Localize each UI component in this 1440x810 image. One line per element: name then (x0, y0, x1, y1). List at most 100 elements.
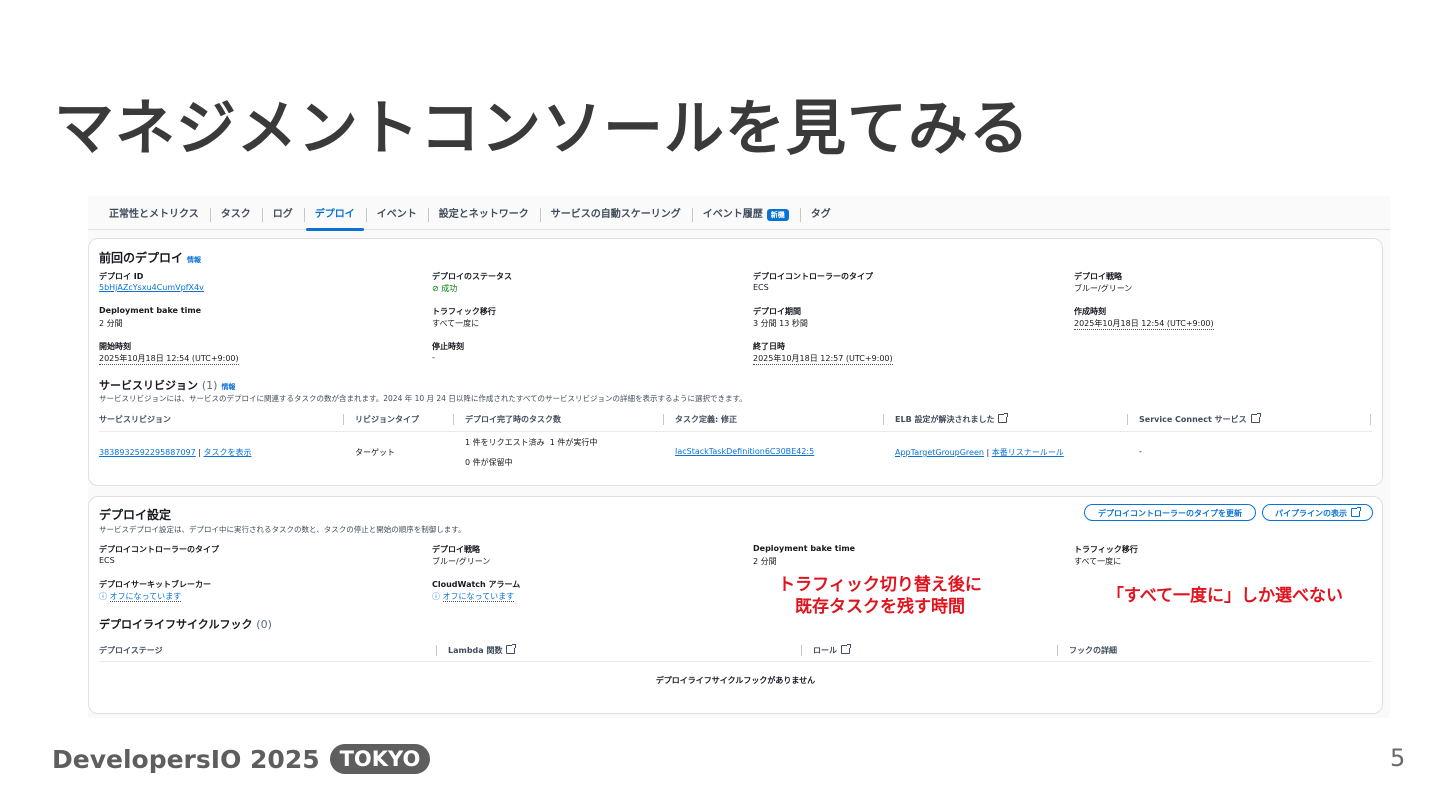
service-revisions-description: サービスリビジョンには、サービスのデプロイに関連するタスクの数が含まれます。20… (99, 394, 747, 403)
listener-rule-link[interactable]: 本番リスナールール (992, 448, 1064, 457)
console-screenshot: 正常性とメトリクス タスク ログ デプロイ イベント 設定とネットワーク サービ… (88, 196, 1390, 718)
col-task-definition: タスク定義: 修正 (675, 415, 737, 424)
traffic-shift-label: トラフィック移行 (432, 307, 496, 316)
last-deployment-panel: 前回のデプロイ 情報 デプロイ ID 5bHjAZcYsxu4CumVpfX4v … (88, 238, 1383, 486)
link-separator: | (198, 448, 201, 457)
tab-event-history-label: イベント履歴 (702, 208, 763, 220)
no-hooks-message: デプロイライフサイクルフックがありません (655, 676, 816, 685)
tab-events[interactable]: イベント (365, 196, 428, 230)
tab-tags[interactable]: タグ (799, 196, 842, 230)
column-separator (801, 645, 802, 656)
col-revision-type: リビジョンタイプ (355, 415, 419, 424)
view-pipeline-button[interactable]: パイプラインの表示 (1262, 504, 1373, 521)
col-role-label: ロール (813, 646, 837, 655)
update-controller-type-button[interactable]: デプロイコントローラーのタイプを更新 (1084, 504, 1256, 521)
deploy-strategy-label: デプロイ戦略 (1074, 272, 1122, 281)
table-header-divider (99, 661, 1372, 662)
deploy-settings-title: デプロイ設定 (99, 508, 172, 522)
slide-title: マネジメントコンソールを見てみる (54, 94, 1030, 164)
service-revisions-heading: サービスリビジョン (1) 情報 (99, 377, 235, 393)
external-link-icon (506, 644, 517, 654)
footer-badge: TOKYO (329, 744, 431, 774)
deploy-duration-value: 3 分間 13 秒間 (753, 319, 808, 328)
tab-logs[interactable]: ログ (261, 196, 304, 230)
info-link[interactable]: 情報 (221, 383, 235, 391)
service-connect-value: - (1139, 447, 1142, 456)
circuit-breaker-value: ⓘ オフになっています (99, 591, 182, 602)
bake-time-value: 2 分間 (99, 319, 123, 328)
circuit-breaker-status: オフになっています (109, 592, 182, 602)
tab-health-metrics[interactable]: 正常性とメトリクス (98, 196, 210, 230)
bake-time-value: 2 分間 (753, 557, 777, 566)
revision-row-links: 3838932592295887097 | タスクを表示 (99, 447, 252, 458)
info-circle-icon: ⓘ (432, 592, 440, 601)
col-service-connect-label: Service Connect サービス (1139, 415, 1247, 424)
controller-type-label: デプロイコントローラーのタイプ (753, 272, 873, 281)
traffic-shift-value: すべて一度に (432, 319, 480, 328)
deploy-strategy-value: ブルー/グリーン (1074, 284, 1133, 293)
cloudwatch-alarm-value: ⓘ オフになっています (432, 591, 515, 602)
deploy-duration-label: デプロイ期間 (753, 307, 801, 316)
lifecycle-hooks-title: デプロイライフサイクルフック (99, 618, 253, 631)
column-separator (663, 414, 664, 425)
col-service-revision: サービスリビジョン (99, 415, 171, 424)
column-separator (453, 414, 454, 425)
service-revisions-title: サービスリビジョン (99, 379, 198, 392)
view-tasks-link[interactable]: タスクを表示 (204, 448, 252, 457)
service-tabs: 正常性とメトリクス タスク ログ デプロイ イベント 設定とネットワーク サービ… (88, 196, 1390, 231)
bake-time-label: Deployment bake time (99, 306, 202, 315)
revision-id-link[interactable]: 3838932592295887097 (99, 448, 196, 457)
tab-tasks[interactable]: タスク (209, 196, 262, 230)
tab-auto-scaling[interactable]: サービスの自動スケーリング (539, 196, 692, 230)
external-link-icon (1351, 507, 1361, 517)
view-pipeline-label: パイプラインの表示 (1275, 509, 1347, 518)
deploy-id-label: デプロイ ID (99, 272, 144, 281)
end-time-label: 終了日時 (753, 342, 785, 351)
last-deployment-title: 前回のデプロイ (99, 251, 184, 265)
deploy-settings-description: サービスデプロイ設定は、デプロイ中に実行されるタスクの数と、タスクの停止と開始の… (99, 525, 466, 534)
annotation-bake-time: トラフィック切り替え後に 既存タスクを残す時間 (760, 574, 1000, 618)
column-separator (1127, 414, 1128, 425)
col-deploy-stage: デプロイステージ (99, 646, 163, 655)
tab-event-history[interactable]: イベント履歴 新機 (691, 196, 800, 230)
tasks-requested-running: 1 件をリクエスト済み 1 件が実行中 (465, 437, 597, 448)
external-link-icon (841, 644, 851, 654)
external-link-icon (998, 413, 1009, 423)
footer-logo: DevelopersIO 2025 TOKYO (52, 744, 431, 774)
col-lambda-function-label: Lambda 関数 (448, 646, 503, 655)
controller-type-value: ECS (99, 556, 115, 565)
cloudwatch-alarm-status: オフになっています (442, 592, 515, 602)
controller-type-label: デプロイコントローラーのタイプ (99, 545, 219, 554)
cloudwatch-alarm-label: CloudWatch アラーム (432, 580, 521, 589)
task-definition-link[interactable]: IacStackTaskDefinition6C30BE42:5 (675, 447, 814, 456)
column-separator (1370, 414, 1371, 425)
deploy-id-link[interactable]: 5bHjAZcYsxu4CumVpfX4v (99, 283, 204, 292)
created-at-label: 作成時刻 (1074, 307, 1106, 316)
lifecycle-hooks-count: (0) (256, 618, 272, 631)
col-elb-config: ELB 設定が解決されました (895, 413, 1009, 425)
link-separator: | (986, 448, 990, 457)
tab-configuration-networking[interactable]: 設定とネットワーク (427, 196, 540, 230)
traffic-shift-label: トラフィック移行 (1074, 545, 1138, 554)
deploy-status-text: 成功 (441, 284, 458, 293)
start-time-label: 開始時刻 (99, 342, 131, 351)
service-revisions-count: (1) (201, 379, 218, 392)
footer-brand: DevelopersIO 2025 (52, 744, 320, 774)
deploy-strategy-label: デプロイ戦略 (432, 545, 480, 554)
target-group-link[interactable]: AppTargetGroupGreen (895, 448, 984, 457)
controller-type-value: ECS (753, 283, 769, 292)
tasks-requested: 1 件をリクエスト済み (465, 438, 545, 447)
circuit-breaker-label: デプロイサーキットブレーカー (99, 580, 211, 589)
last-deployment-heading: 前回のデプロイ 情報 (99, 249, 201, 266)
col-hook-details: フックの詳細 (1069, 646, 1117, 655)
info-circle-icon: ⓘ (99, 592, 107, 601)
info-link[interactable]: 情報 (187, 256, 201, 264)
stop-time-label: 停止時刻 (432, 342, 464, 351)
column-separator (883, 414, 884, 425)
col-elb-config-label: ELB 設定が解決されました (895, 415, 995, 424)
tab-deployments[interactable]: デプロイ (303, 196, 366, 231)
deploy-strategy-value: ブルー/グリーン (432, 557, 491, 566)
annotation-bake-time-line2: 既存タスクを残す時間 (795, 597, 965, 617)
success-check-icon: ⊘ (432, 284, 439, 293)
revision-type-value: ターゲット (355, 448, 395, 457)
